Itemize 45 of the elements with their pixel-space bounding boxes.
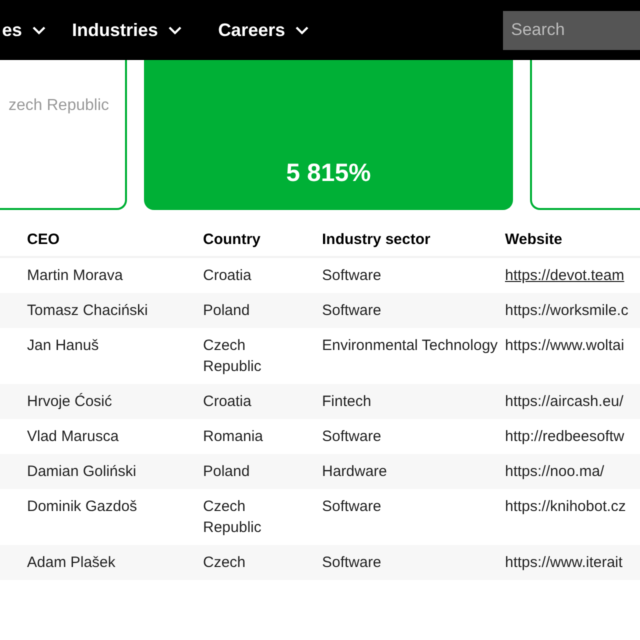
website-link[interactable]: http://redbeesoftw [505, 426, 640, 447]
table-cell-text: Tomasz Chaciński [27, 301, 149, 321]
website-link[interactable]: https://knihobot.cz [505, 496, 640, 517]
table-cell-text: Vlad Marusca [27, 427, 120, 447]
website-link[interactable]: https://worksmile.c [505, 300, 640, 321]
website-link[interactable]: https://noo.ma/ [505, 461, 640, 482]
nav-menu-item[interactable]: es [2, 16, 46, 44]
table-cell-text: Software [322, 266, 382, 286]
search-field[interactable]: Search [503, 10, 640, 50]
table-cell-text: Romania [203, 427, 264, 447]
table-cell-text: Environmental Technology [322, 336, 499, 356]
column-header: CEO [27, 230, 61, 250]
chevron-down-icon [168, 26, 182, 34]
table-cell-text: Croatia [203, 266, 252, 286]
table-cell-text: Croatia [203, 392, 252, 412]
table-cell-text: Software [322, 553, 382, 573]
column-header: Website [505, 230, 564, 250]
table-cell-text: Damian Goliński [27, 462, 138, 482]
column-header: Industry sector [322, 230, 432, 250]
website-link[interactable]: https://aircash.eu/ [505, 391, 640, 412]
table-cell-text: Fintech [322, 392, 372, 412]
nav-menu-item[interactable]: Careers [218, 16, 310, 44]
table-cell-text: Hardware [322, 462, 388, 482]
website-link[interactable]: https://www.woltai [505, 335, 640, 356]
column-header: Country [203, 230, 262, 250]
website-link[interactable]: https://www.iterait [505, 552, 640, 573]
table-cell-text: Jan Hanuš [27, 336, 100, 356]
chevron-down-icon [295, 26, 310, 34]
table-cell-text: Czech [203, 553, 247, 573]
table-cell-text: Adam Plašek [27, 553, 116, 573]
stat-value: 5 815% [286, 158, 371, 188]
website-link[interactable]: https://devot.team [505, 265, 640, 286]
table-cell-text: Software [322, 427, 382, 447]
table-cell-text: Hrvoje Ćosić [27, 392, 114, 412]
table-cell-text: Czech Republic [203, 497, 262, 538]
nav-menu-item[interactable]: Industries [72, 16, 182, 44]
table-cell-text: Czech Republic [203, 336, 262, 377]
table-cell-text: Poland [203, 462, 251, 482]
table-cell-text: Dominik Gazdoš [27, 497, 138, 517]
table-cell-text: Martin Morava [27, 266, 124, 286]
chevron-down-icon [32, 26, 46, 34]
table-cell-text: Software [322, 497, 382, 517]
table-cell-text: Software [322, 301, 382, 321]
table-cell-text: Poland [203, 301, 251, 321]
card-label: zech Republic [8, 96, 109, 116]
